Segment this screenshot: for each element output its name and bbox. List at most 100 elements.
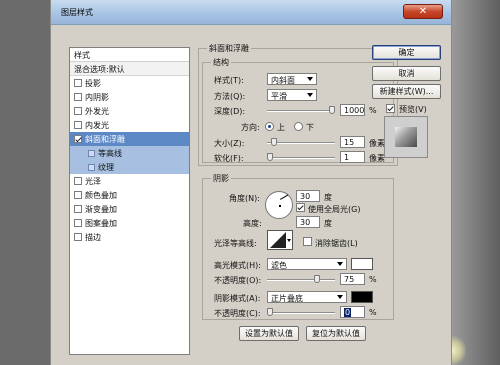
shadow-opacity-input[interactable]: 0 <box>340 306 365 318</box>
style-item-pattern-overlay[interactable]: 图案叠加 <box>70 216 189 230</box>
checkbox-icon[interactable] <box>74 205 82 213</box>
new-style-button[interactable]: 新建样式(W)... <box>372 84 441 99</box>
close-button[interactable]: ✕ <box>403 4 443 19</box>
size-slider-thumb[interactable] <box>270 138 277 146</box>
shadow-color-swatch[interactable] <box>351 291 373 303</box>
preview-swatch <box>395 127 417 147</box>
style-item-contour[interactable]: 等高线 <box>70 146 189 160</box>
shadow-opacity-track[interactable] <box>267 312 335 314</box>
highlight-opacity-label: 不透明度(O): <box>214 276 262 285</box>
cancel-button[interactable]: 取消 <box>372 66 441 81</box>
style-item-label: 投影 <box>85 79 101 88</box>
soften-unit: 像素 <box>369 154 385 163</box>
style-item-gradient-overlay[interactable]: 渐变叠加 <box>70 202 189 216</box>
style-select[interactable]: 内斜面 <box>267 73 317 85</box>
gloss-contour-picker[interactable] <box>267 230 293 250</box>
gloss-contour-label: 光泽等高线: <box>214 239 257 248</box>
direction-down-radio[interactable] <box>294 122 303 131</box>
direction-down-label: 下 <box>306 123 314 132</box>
size-input[interactable]: 15 <box>340 136 365 148</box>
dropdown-arrow-icon <box>337 295 343 299</box>
style-item-bevel-emboss[interactable]: 斜面和浮雕 <box>70 132 189 146</box>
direction-label: 方向: <box>241 123 260 132</box>
style-item-label: 斜面和浮雕 <box>85 135 125 144</box>
checkbox-icon[interactable] <box>74 135 82 143</box>
style-item-inner-glow[interactable]: 内发光 <box>70 118 189 132</box>
depth-label: 深度(D): <box>214 107 246 116</box>
depth-slider-thumb[interactable] <box>329 106 335 114</box>
checkbox-icon[interactable] <box>74 219 82 227</box>
soften-label: 软化(F): <box>214 154 244 163</box>
style-item-texture[interactable]: 纹理 <box>70 160 189 174</box>
preview-checkbox[interactable] <box>386 104 395 113</box>
size-slider-track[interactable] <box>267 142 335 144</box>
styles-list: 样式 混合选项:默认 投影 内阴影 外发光 内发光 斜面和浮雕 等高线 纹理 光… <box>69 47 190 355</box>
highlight-opacity-input[interactable]: 75 <box>340 273 365 285</box>
square-icon[interactable] <box>88 164 95 171</box>
style-item-inner-shadow[interactable]: 内阴影 <box>70 90 189 104</box>
altitude-label: 高度: <box>243 219 262 228</box>
dropdown-arrow-icon <box>287 239 291 242</box>
angle-input[interactable]: 30 <box>296 190 320 202</box>
style-item-label: 光泽 <box>85 177 101 186</box>
style-item-satin[interactable]: 光泽 <box>70 174 189 188</box>
highlight-mode-label: 高光模式(H): <box>214 261 261 270</box>
antialias-checkbox[interactable] <box>303 237 312 246</box>
size-label: 大小(Z): <box>214 139 245 148</box>
checkbox-icon[interactable] <box>74 233 82 241</box>
make-default-button[interactable]: 设置为默认值 <box>239 326 299 341</box>
checkbox-icon[interactable] <box>74 121 82 129</box>
square-icon[interactable] <box>88 150 95 157</box>
depth-slider-track[interactable] <box>267 110 335 112</box>
highlight-color-swatch[interactable] <box>351 258 373 270</box>
styles-list-header[interactable]: 样式 <box>70 48 189 62</box>
desktop-background <box>452 0 500 365</box>
ok-button[interactable]: 确定 <box>372 45 441 60</box>
depth-input[interactable]: 1000 <box>340 104 365 116</box>
global-light-checkbox[interactable] <box>296 203 305 212</box>
soften-input[interactable]: 1 <box>340 151 365 163</box>
shadow-opacity-thumb[interactable] <box>267 308 273 316</box>
style-item-label: 内发光 <box>85 121 109 130</box>
dropdown-arrow-icon <box>307 93 313 97</box>
checkbox-icon[interactable] <box>74 79 82 87</box>
highlight-mode-select[interactable]: 滤色 <box>267 258 347 270</box>
layer-style-dialog: 图层样式 ✕ 样式 混合选项:默认 投影 内阴影 外发光 内发光 斜面和浮雕 等… <box>50 0 452 365</box>
style-item-label: 图案叠加 <box>85 219 117 228</box>
style-item-outer-glow[interactable]: 外发光 <box>70 104 189 118</box>
angle-dial[interactable] <box>265 191 293 219</box>
shadow-opacity-unit: % <box>369 308 377 317</box>
style-item-color-overlay[interactable]: 颜色叠加 <box>70 188 189 202</box>
preview-thumbnail <box>384 116 428 158</box>
style-item-label: 外发光 <box>85 107 109 116</box>
checkbox-icon[interactable] <box>74 93 82 101</box>
soften-slider-thumb[interactable] <box>267 153 273 161</box>
shadow-opacity-value: 0 <box>344 308 352 317</box>
blend-options-item[interactable]: 混合选项:默认 <box>70 62 189 76</box>
shadow-mode-value: 正片叠底 <box>271 294 303 303</box>
title-bar[interactable]: 图层样式 ✕ <box>51 0 451 25</box>
dropdown-arrow-icon <box>307 77 313 81</box>
highlight-opacity-thumb[interactable] <box>313 275 320 283</box>
checkbox-icon[interactable] <box>74 107 82 115</box>
direction-up-radio[interactable] <box>265 122 274 131</box>
altitude-input[interactable]: 30 <box>296 216 320 228</box>
style-item-label: 颜色叠加 <box>85 191 117 200</box>
style-item-label: 等高线 <box>98 149 122 158</box>
style-item-drop-shadow[interactable]: 投影 <box>70 76 189 90</box>
contour-curve-icon <box>270 232 286 248</box>
soften-slider-track[interactable] <box>267 157 335 159</box>
technique-select[interactable]: 平滑 <box>267 89 317 101</box>
reset-default-button[interactable]: 复位为默认值 <box>306 326 366 341</box>
style-item-label: 内阴影 <box>85 93 109 102</box>
highlight-opacity-track[interactable] <box>267 279 335 281</box>
checkbox-icon[interactable] <box>74 191 82 199</box>
preview-label: 预览(V) <box>399 105 427 114</box>
shadow-mode-select[interactable]: 正片叠底 <box>267 291 347 303</box>
shading-title: 阴影 <box>211 173 231 184</box>
style-item-stroke[interactable]: 描边 <box>70 230 189 244</box>
checkbox-icon[interactable] <box>74 177 82 185</box>
altitude-unit: 度 <box>324 219 332 228</box>
angle-dial-center <box>279 205 281 207</box>
size-unit: 像素 <box>369 139 385 148</box>
